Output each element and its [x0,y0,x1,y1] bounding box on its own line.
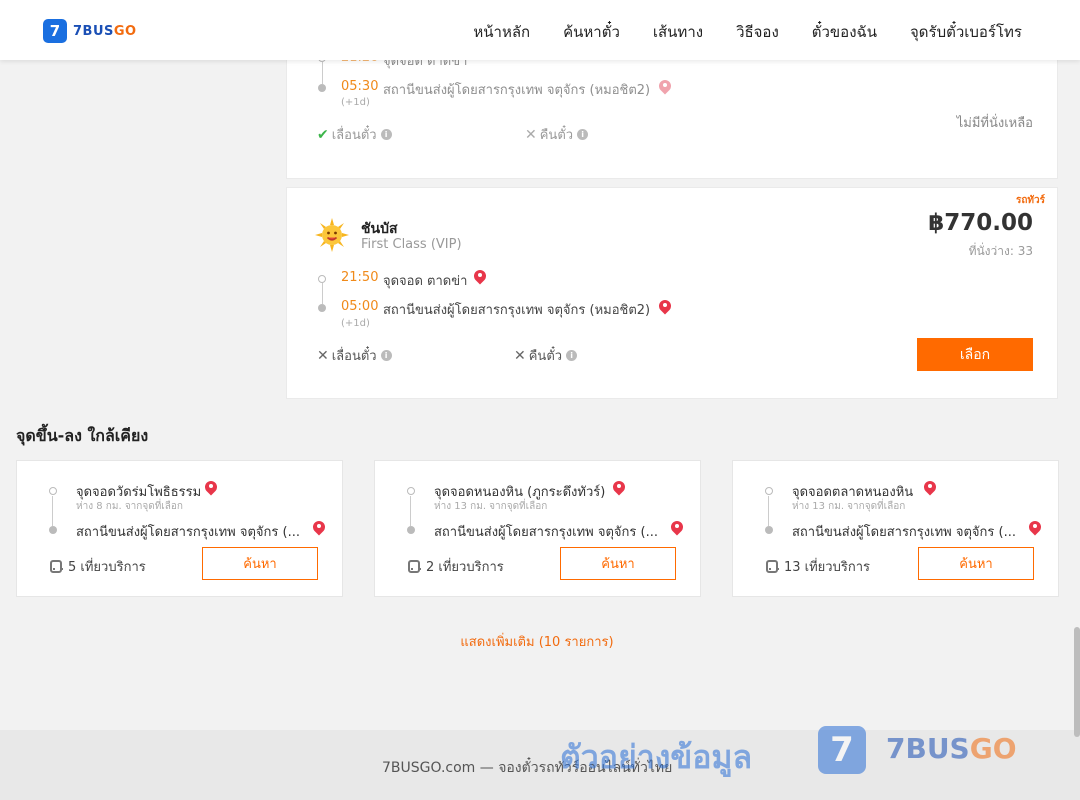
watermark-logo-icon: 7 [818,726,866,774]
operator-logo-icon [315,218,349,252]
nearby-stop-card: จุดจอดวัดร่มโพธิธรรม ห่าง 8 กม. จากจุดที… [16,460,343,597]
trip-card-previous: 21:20 จุดจอด ตาดข่า 05:30 สถานีขนส่งผู้โ… [286,50,1058,179]
nav-ticket-pickup[interactable]: จุดรับตั๋วเบอร์โทร [910,20,1022,44]
top-navbar: 7 7BUSGO หน้าหลัก ค้นหาตั๋ว เส้นทาง วิธี… [0,0,1080,60]
info-icon[interactable]: i [577,129,589,140]
nearby-stop-card: จุดจอดตลาดหนองหิน ห่าง 13 กม. จากจุดที่เ… [732,460,1059,597]
bus-type-ribbon: รถทัวร์ [1015,195,1045,206]
arrival-dot [765,526,773,534]
location-pin-icon[interactable] [659,80,671,96]
nearby-to-stop: สถานีขนส่งผู้โดยสารกรุงเทพ จตุจักร (... [792,525,1016,540]
plus-day: (+1d) [341,318,370,329]
logo-text: 7BUSGO [73,23,137,39]
location-pin-icon[interactable] [659,300,671,316]
plus-day: (+1d) [341,97,370,108]
nearby-search-button[interactable]: ค้นหา [560,547,676,580]
arrival-dot [318,84,326,92]
nav-home[interactable]: หน้าหลัก [473,20,530,44]
nearby-stops-title: จุดขึ้น-ลง ใกล้เคียง [16,426,149,445]
departure-dot [407,487,415,495]
nearby-to-stop: สถานีขนส่งผู้โดยสารกรุงเทพ จตุจักร (... [76,525,300,540]
location-pin-icon[interactable] [924,481,936,497]
route-line [768,496,769,526]
location-pin-icon[interactable] [313,521,325,537]
route-line [322,62,323,84]
bus-class: First Class (VIP) [361,237,462,252]
nearby-trip-count: 2 เที่ยวบริการ [408,556,504,577]
route-line [52,496,53,526]
arrival-time: 05:00 [341,299,379,314]
check-icon: ✔ [317,126,329,143]
nearby-trip-count: 5 เที่ยวบริการ [50,556,146,577]
nav-search-tickets[interactable]: ค้นหาตั๋ว [563,20,620,44]
route-line [410,496,411,526]
departure-dot [318,275,326,283]
main-nav: หน้าหลัก ค้นหาตั๋ว เส้นทาง วิธีจอง ตั๋วข… [440,20,1022,44]
arrival-time: 05:30 [341,79,379,94]
change-ticket-policy[interactable]: ✔ เลื่อนตั๋ว i [317,124,392,145]
bus-icon [408,560,421,573]
arrival-dot [49,526,57,534]
sold-out-status: ไม่มีที่นั่งเหลือ [956,116,1033,131]
info-icon[interactable]: i [380,350,392,361]
nearby-to-stop: สถานีขนส่งผู้โดยสารกรุงเทพ จตุจักร (... [434,525,658,540]
arrival-stop: สถานีขนส่งผู้โดยสารกรุงเทพ จตุจักร (หมอช… [383,303,651,318]
location-pin-icon[interactable] [1029,521,1041,537]
departure-time: 21:50 [341,270,379,285]
refund-ticket-policy[interactable]: ✕ คืนตั๋ว i [525,124,589,145]
nearby-stop-card: จุดจอดหนองหิน (ภูกระดึงทัวร์) ห่าง 13 กม… [374,460,701,597]
departure-stop: จุดจอด ตาดข่า [383,274,468,289]
arrival-stop: สถานีขนส่งผู้โดยสารกรุงเทพ จตุจักร (หมอช… [383,83,651,98]
location-pin-icon[interactable] [613,481,625,497]
watermark-logo-text: 7BUSGO [886,732,1017,765]
location-pin-icon[interactable] [205,481,217,497]
info-icon[interactable]: i [566,350,578,361]
bus-icon [50,560,63,573]
departure-dot [765,487,773,495]
arrival-dot [407,526,415,534]
location-pin-icon[interactable] [671,521,683,537]
location-pin-icon[interactable] [474,270,486,286]
nearby-distance: ห่าง 13 กม. จากจุดที่เลือก [792,501,906,512]
sample-watermark: ตัวอย่างข้อมูล [560,738,753,776]
nearby-distance: ห่าง 13 กม. จากจุดที่เลือก [434,501,548,512]
page-scrollbar[interactable] [1074,627,1080,737]
info-icon[interactable]: i [380,129,392,140]
nearby-search-button[interactable]: ค้นหา [202,547,318,580]
nearby-trip-count: 13 เที่ยวบริการ [766,556,870,577]
select-trip-button[interactable]: เลือก [917,338,1033,371]
departure-dot [49,487,57,495]
logo-icon: 7 [43,19,67,43]
trip-card: รถทัวร์ ชันบัส First Class (VIP) ฿770.00… [286,187,1058,399]
cross-icon: ✕ [514,347,526,364]
refund-ticket-policy[interactable]: ✕ คืนตั๋ว i [514,345,578,366]
bus-icon [766,560,779,573]
show-more-link[interactable]: แสดงเพิ่มเติม (10 รายการ) [0,631,1074,652]
nav-how-to-book[interactable]: วิธีจอง [736,20,779,44]
change-ticket-policy[interactable]: ✕ เลื่อนตั๋ว i [317,345,392,366]
nav-routes[interactable]: เส้นทาง [653,20,703,44]
nav-my-tickets[interactable]: ตั๋วของฉัน [812,20,877,44]
nearby-distance: ห่าง 8 กม. จากจุดที่เลือก [76,501,183,512]
cross-icon: ✕ [525,126,537,143]
site-logo[interactable]: 7 7BUSGO [43,19,137,43]
cross-icon: ✕ [317,347,329,364]
arrival-dot [318,304,326,312]
route-line [322,283,323,304]
available-seats: ที่นั่งว่าง: 33 [968,244,1033,258]
nearby-search-button[interactable]: ค้นหา [918,547,1034,580]
ticket-price: ฿770.00 [928,210,1033,236]
